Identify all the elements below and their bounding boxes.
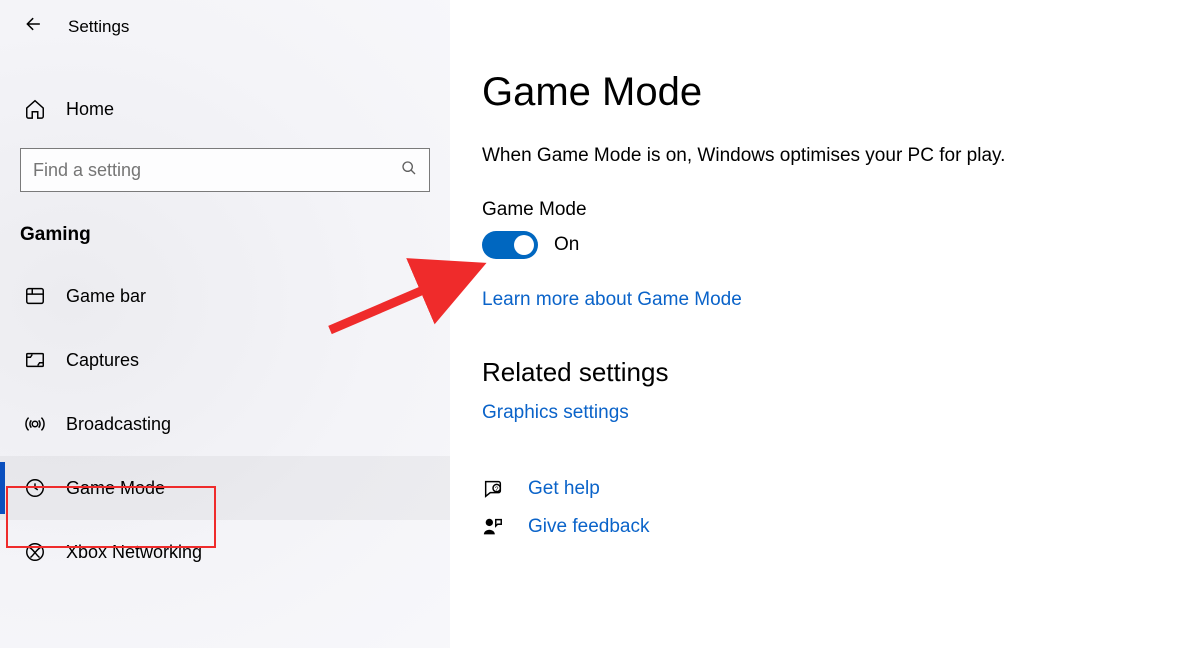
search-icon bbox=[401, 160, 417, 181]
back-button[interactable] bbox=[24, 14, 44, 40]
gamebar-icon bbox=[24, 285, 46, 307]
settings-window: Settings Home Gaming Game bar Capt bbox=[0, 0, 1200, 648]
broadcasting-icon bbox=[24, 413, 46, 435]
give-feedback-link[interactable]: Give feedback bbox=[528, 516, 649, 538]
get-help-row[interactable]: ? Get help bbox=[482, 478, 1160, 500]
feedback-icon bbox=[482, 516, 506, 538]
graphics-settings-link[interactable]: Graphics settings bbox=[482, 402, 629, 424]
sidebar: Settings Home Gaming Game bar Capt bbox=[0, 0, 450, 648]
toggle-state-label: On bbox=[554, 234, 579, 256]
home-icon bbox=[24, 98, 46, 120]
game-mode-toggle[interactable] bbox=[482, 231, 538, 259]
main-content: Game Mode When Game Mode is on, Windows … bbox=[450, 0, 1200, 648]
sidebar-item-label: Game bar bbox=[66, 286, 146, 307]
app-title: Settings bbox=[68, 17, 129, 37]
related-settings-heading: Related settings bbox=[482, 357, 1160, 388]
sidebar-item-game-bar[interactable]: Game bar bbox=[0, 264, 450, 328]
home-label: Home bbox=[66, 99, 114, 120]
sidebar-item-label: Game Mode bbox=[66, 478, 165, 499]
sidebar-item-broadcasting[interactable]: Broadcasting bbox=[0, 392, 450, 456]
page-description: When Game Mode is on, Windows optimises … bbox=[482, 145, 1160, 167]
sidebar-item-label: Captures bbox=[66, 350, 139, 371]
get-help-link[interactable]: Get help bbox=[528, 478, 600, 500]
search-input[interactable] bbox=[20, 148, 430, 192]
sidebar-item-label: Xbox Networking bbox=[66, 542, 202, 563]
xbox-icon bbox=[24, 541, 46, 563]
learn-more-link[interactable]: Learn more about Game Mode bbox=[482, 289, 742, 311]
svg-text:?: ? bbox=[495, 486, 499, 493]
sidebar-item-xbox-networking[interactable]: Xbox Networking bbox=[0, 520, 450, 584]
sidebar-home[interactable]: Home bbox=[0, 88, 450, 130]
captures-icon bbox=[24, 349, 46, 371]
sidebar-section-label: Gaming bbox=[0, 192, 450, 264]
page-title: Game Mode bbox=[482, 70, 1160, 115]
toggle-label: Game Mode bbox=[482, 199, 1160, 221]
sidebar-item-game-mode[interactable]: Game Mode bbox=[0, 456, 450, 520]
search-field[interactable] bbox=[33, 160, 401, 181]
window-header: Settings bbox=[0, 8, 450, 40]
help-icon: ? bbox=[482, 478, 506, 500]
sidebar-item-label: Broadcasting bbox=[66, 414, 171, 435]
toggle-knob bbox=[514, 235, 534, 255]
give-feedback-row[interactable]: Give feedback bbox=[482, 516, 1160, 538]
game-mode-toggle-row: On bbox=[482, 231, 1160, 259]
sidebar-item-captures[interactable]: Captures bbox=[0, 328, 450, 392]
gamemode-icon bbox=[24, 477, 46, 499]
